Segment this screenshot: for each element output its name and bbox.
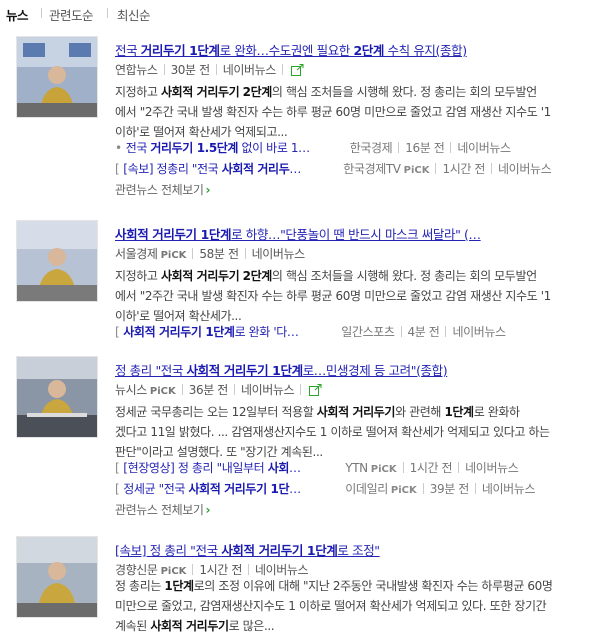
tab-news[interactable]: 뉴스 [6,5,29,24]
related-news-more-link[interactable]: 관련뉴스 전체보기 › [115,501,210,518]
related-news-more-link[interactable]: 관련뉴스 전체보기 › [115,181,210,198]
share-icon[interactable] [290,64,304,79]
news-thumbnail[interactable] [16,536,98,618]
news-time: 1시간 전 [199,563,242,577]
related-news-info: YTN PiCK 1시간 전 네이버뉴스 [345,461,519,475]
related-news-info: 일간스포츠 4분 전 네이버뉴스 [341,325,506,339]
news-time: 58분 전 [199,247,239,261]
bracket-icon: [ [115,461,120,475]
naver-news-link[interactable]: 네이버뉴스 [241,383,295,397]
news-title[interactable]: 사회적 거리두기 1단계로 하향…"단풍놀이 땐 반드시 마스크 써달라" (… [115,224,481,243]
news-title[interactable]: 전국 거리두기 1단계로 완화…수도권엔 필요한 2단계 수칙 유지(종합) [115,40,467,59]
related-news-item: [사회적 거리두기 1단계로 완화 '다… 일간스포츠 4분 전 네이버뉴스 [115,323,506,340]
related-news-item: [[현장영상] 정 총리 "내일부터 사회… YTN PiCK 1시간 전 네이버뉴스 [115,459,519,476]
pick-badge: PiCK [160,250,187,261]
news-title[interactable]: [속보] 정 총리 "전국 사회적 거리두기 1단계로 조정" [115,540,380,559]
news-snippet: 정 총리는 1단계로의 조정 이유에 대해 "지난 2주동안 국내발생 확진자 … [115,579,553,633]
news-meta: 뉴시스 PiCK 36분 전 네이버뉴스 [115,381,322,399]
naver-news-link[interactable]: 네이버뉴스 [223,63,277,77]
tab-latest[interactable]: 최신순 [117,5,151,24]
bracket-icon: [ [115,482,120,496]
news-source[interactable]: 뉴시스 [115,383,147,397]
news-snippet: 정세균 국무총리는 오는 12일부터 적용할 사회적 거리두기와 관련해 1단계… [115,405,550,459]
news-thumbnail[interactable] [16,220,98,302]
tab-divider [41,8,42,18]
related-news-title[interactable]: 정세균 "전국 사회적 거리두기 1단… [123,480,335,497]
related-news-title[interactable]: 사회적 거리두기 1단계로 완화 '다… [123,323,331,340]
news-thumbnail[interactable] [16,36,98,118]
news-snippet: 지정하고 사회적 거리두기 2단계의 핵심 조처들을 시행해 왔다. 정 총리는… [115,85,551,139]
news-meta: 서울경제 PiCK 58분 전 네이버뉴스 [115,245,305,262]
related-news-title[interactable]: [현장영상] 정 총리 "내일부터 사회… [123,459,335,476]
chevron-right-icon: › [205,183,211,197]
news-title[interactable]: 정 총리 "전국 사회적 거리두기 1단계로…민생경제 등 고려"(종합) [115,360,448,379]
tab-divider [107,8,108,18]
sort-tabs: 뉴스 관련도순 최신순 [0,0,614,28]
news-time: 36분 전 [188,383,229,397]
related-news-item: [정세균 "전국 사회적 거리두기 1단… 이데일리 PiCK 39분 전 네이버뉴스 [115,480,535,497]
related-news-title[interactable]: [속보] 정총리 "전국 사회적 거리두… [123,160,333,177]
bracket-icon: [ [115,162,120,176]
tab-relevance[interactable]: 관련도순 [49,5,94,24]
pick-badge: PiCK [149,386,176,397]
related-news-info: 이데일리 PiCK 39분 전 네이버뉴스 [345,482,536,496]
chevron-right-icon: › [205,503,211,517]
news-source[interactable]: 서울경제 [115,247,158,261]
news-meta: 연합뉴스 30분 전 네이버뉴스 [115,61,304,79]
news-thumbnail[interactable] [16,356,98,438]
related-news-item: [[속보] 정총리 "전국 사회적 거리두… 한국경제TV PiCK 1시간 전 네이버… [115,160,552,177]
news-source[interactable]: 연합뉴스 [115,63,158,77]
related-news-info: 한국경제TV PiCK 1시간 전 네이버뉴스 [343,162,552,176]
news-source[interactable]: 경향신문 [115,563,158,577]
news-snippet: 지정하고 사회적 거리두기 2단계의 핵심 조처들을 시행해 왔다. 정 총리는… [115,269,551,323]
news-time: 30분 전 [170,63,211,77]
bracket-icon: [ [115,325,120,339]
share-icon[interactable] [309,384,322,399]
naver-news-link[interactable]: 네이버뉴스 [255,563,309,577]
naver-news-link[interactable]: 네이버뉴스 [252,247,306,261]
related-news-title[interactable]: 전국 거리두기 1.5단계 없이 바로 1… [126,139,340,156]
related-news-item: • 전국 거리두기 1.5단계 없이 바로 1… 한국경제 16분 전 네이버뉴스 [115,139,511,156]
related-news-info: 한국경제 16분 전 네이버뉴스 [349,141,511,155]
bullet-icon: • [115,141,122,155]
